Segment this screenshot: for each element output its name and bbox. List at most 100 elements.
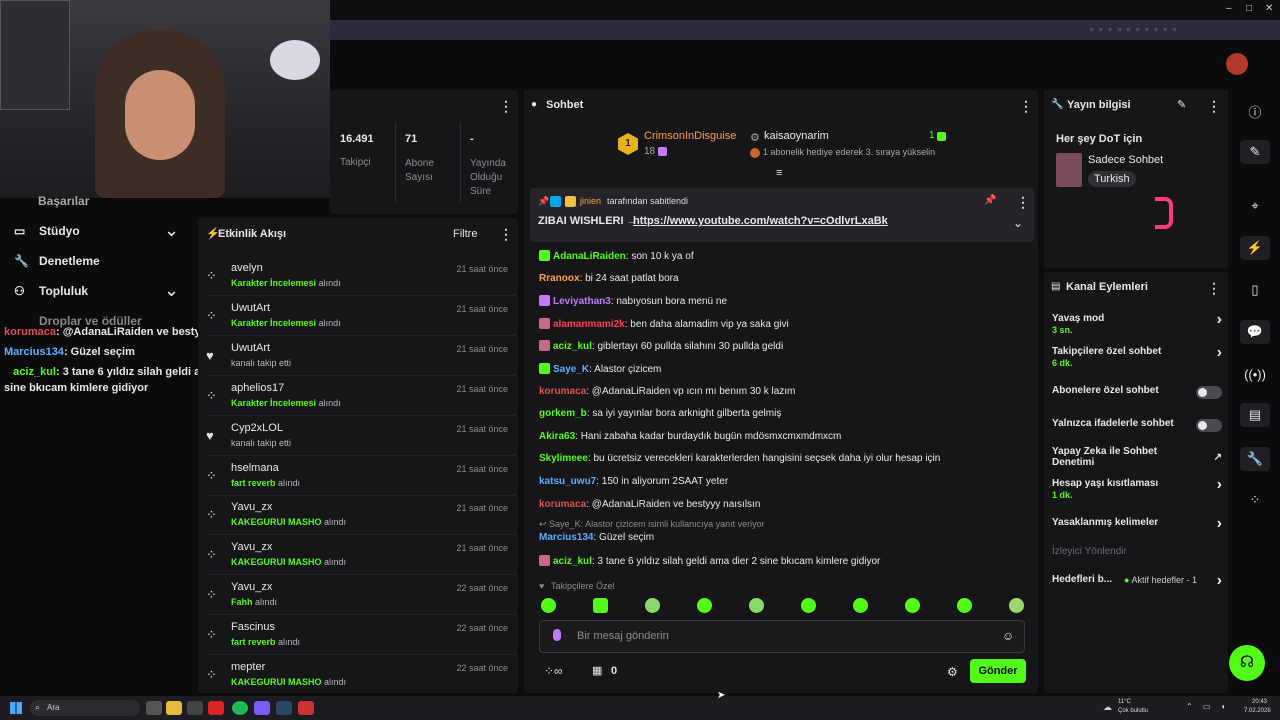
activity-username[interactable]: Yavu_zx — [231, 541, 272, 553]
activity-menu-button[interactable]: ⋮ — [499, 226, 513, 243]
wrench-icon[interactable]: 🔧 — [1240, 447, 1270, 471]
pinned-by-user[interactable]: jinien — [580, 196, 601, 206]
chat-username[interactable]: aciz_kul — [553, 556, 592, 567]
activity-username[interactable]: UwutArt — [231, 342, 270, 354]
chat-username[interactable]: Skylimeee — [539, 453, 588, 464]
activity-username[interactable]: mepter — [231, 661, 265, 673]
emote-5[interactable] — [749, 598, 764, 613]
users-icon[interactable]: ⁘ — [1240, 492, 1270, 516]
support-button[interactable]: ☊ — [1229, 645, 1265, 681]
chevron-down-icon[interactable]: ⌄ — [164, 280, 179, 301]
app-icon[interactable] — [298, 701, 314, 715]
activity-item[interactable]: ⁘ hselmana fart reverb alındı 21 saat önce — [206, 458, 516, 498]
info-icon[interactable]: ⓘ — [1240, 102, 1270, 126]
microphone-icon[interactable] — [553, 629, 561, 641]
sidebar-item-moderation[interactable]: Denetleme — [39, 254, 100, 268]
activity-username[interactable]: avelyn — [231, 262, 263, 274]
followers-only-action[interactable]: Takipçilere özel sohbet 6 dk. › — [1052, 344, 1222, 368]
activity-username[interactable]: UwutArt — [231, 302, 270, 314]
pinned-link[interactable]: https://www.youtube.com/watch?v=cOdlvrLx… — [633, 215, 888, 227]
emote-8[interactable] — [905, 598, 920, 613]
store-icon[interactable]: ▦ — [592, 664, 602, 677]
leaderboard-user-1[interactable]: CrimsonInDisguise — [644, 130, 736, 142]
activity-username[interactable]: Yavu_zx — [231, 581, 272, 593]
chat-username[interactable]: Marcius134 — [539, 532, 593, 543]
host-action[interactable]: İzleyici Yönlendir — [1052, 546, 1222, 557]
stats-menu-button[interactable]: ⋮ — [499, 98, 513, 115]
category-thumbnail[interactable] — [1056, 153, 1082, 187]
emote-only-toggle[interactable] — [1196, 419, 1222, 432]
edit-icon[interactable]: ✎ — [1177, 98, 1186, 111]
ai-moderation-action[interactable]: Yapay Zeka ile Sohbet Denetimi ↗ — [1052, 446, 1222, 468]
unpin-icon[interactable]: 📌 — [984, 195, 996, 206]
window-close-button[interactable]: ✕ — [1265, 3, 1273, 14]
activity-item[interactable]: ⁘ Yavu_zx KAKEGURUI MASHO alındı 21 saat ön… — [206, 497, 516, 537]
sidebar-item-community[interactable]: Topluluk — [39, 284, 88, 298]
lightning-icon[interactable]: ⚡ — [1240, 236, 1270, 260]
explorer-icon[interactable] — [166, 701, 182, 715]
chat-username[interactable]: aciz_kul — [553, 341, 592, 352]
window-maximize-button[interactable]: □ — [1246, 3, 1252, 14]
activity-item[interactable]: ♥ Cyp2xLOL kanalı takip etti 21 saat önce — [206, 418, 516, 458]
emote-3[interactable] — [645, 598, 660, 613]
taskview-icon[interactable] — [146, 701, 162, 715]
sidebar-item-studio[interactable]: Stüdyo — [39, 224, 80, 238]
spotify-icon[interactable] — [232, 701, 248, 715]
chat-bubble-icon[interactable]: 💬 — [1240, 320, 1270, 344]
subscribers-only-toggle[interactable] — [1196, 386, 1222, 399]
slow-mode-action[interactable]: Yavaş mod 3 sn. › — [1052, 311, 1222, 335]
chat-username[interactable]: gorkem_b — [539, 408, 587, 419]
activity-username[interactable]: hselmana — [231, 462, 279, 474]
emoji-icon[interactable]: ☺ — [1002, 629, 1014, 643]
activity-filter-button[interactable]: Filtre — [453, 228, 477, 240]
activity-item[interactable]: ⁘ UwutArt Karakter İncelemesi alındı 21 saa… — [206, 298, 516, 338]
goals-action[interactable]: Hedefleri b... ● Aktif hedefler - 1 › — [1052, 572, 1222, 589]
chat-username[interactable]: AdanaLiRaiden — [553, 251, 626, 262]
stream-info-menu-button[interactable]: ⋮ — [1207, 98, 1221, 115]
emote-6[interactable] — [801, 598, 816, 613]
pinned-menu-button[interactable]: ⋮ — [1016, 194, 1030, 211]
leaderboard-user-2[interactable]: kaisaoynarim — [764, 130, 829, 142]
user-avatar[interactable] — [1226, 53, 1248, 75]
activity-username[interactable]: Fascinus — [231, 621, 275, 633]
opera-icon[interactable] — [208, 701, 224, 715]
activity-item[interactable]: ⁘ Yavu_zx Fahh alındı 22 saat önce — [206, 577, 516, 617]
activity-username[interactable]: Cyp2xLOL — [231, 422, 283, 434]
emote-4[interactable] — [697, 598, 712, 613]
tray-icons[interactable]: ⌃ ▭ ◖ — [1186, 702, 1230, 711]
emote-1[interactable] — [541, 598, 556, 613]
chat-settings-icon[interactable]: ⚙ — [947, 665, 958, 679]
activity-username[interactable]: Yavu_zx — [231, 501, 272, 513]
activity-username[interactable]: aphelios17 — [231, 382, 284, 394]
pinned-expand-icon[interactable]: ⌄ — [1013, 216, 1023, 230]
channel-actions-menu-button[interactable]: ⋮ — [1207, 280, 1221, 297]
account-age-action[interactable]: Hesap yaşı kısıtlaması 1 dk. › — [1052, 476, 1222, 500]
broadcast-icon[interactable]: ((•)) — [1240, 367, 1270, 391]
chat-username[interactable]: Akira63 — [539, 431, 575, 442]
chat-username[interactable]: Leviyathan3 — [553, 296, 611, 307]
chat-username[interactable]: Rranoox — [539, 273, 580, 284]
chat-username[interactable]: alamanmami2k — [553, 319, 625, 330]
language-tag[interactable]: Turkish — [1088, 171, 1136, 187]
activity-item[interactable]: ⁘ aphelios17 Karakter İncelemesi alındı 21 … — [206, 378, 516, 418]
chat-username[interactable]: katsu_uwu7 — [539, 476, 596, 487]
channel-points-icon[interactable]: ⁘∞ — [544, 664, 563, 678]
chat-username[interactable]: korumaca — [539, 386, 586, 397]
activity-item[interactable]: ⁘ mepter KAKEGURUI MASHO alındı 22 saat önc… — [206, 657, 516, 697]
window-minimize-button[interactable]: – — [1226, 3, 1232, 14]
edit-icon[interactable]: ✎ — [1240, 140, 1270, 164]
chat-username[interactable]: korumaca — [539, 499, 586, 510]
windows-start-icon[interactable] — [10, 702, 22, 714]
target-icon[interactable]: ⌖ — [1240, 198, 1270, 222]
document-icon[interactable]: ▯ — [1240, 282, 1270, 306]
browser-extension-icons[interactable]: ▫▫▫▫▫▫▫▫▫▫ — [1090, 24, 1240, 36]
send-button[interactable]: Gönder — [970, 659, 1026, 683]
chat-username[interactable]: Saye_K — [553, 364, 589, 375]
banned-words-action[interactable]: Yasaklanmış kelimeler › — [1052, 515, 1222, 532]
category-name[interactable]: Sadece Sohbet — [1088, 154, 1163, 166]
activity-item[interactable]: ⁘ Fascinus fart reverb alındı 22 saat önce — [206, 617, 516, 657]
layout-icon[interactable]: ▤ — [1240, 403, 1270, 427]
chevron-down-icon[interactable]: ⌄ — [164, 220, 179, 241]
steam-icon[interactable] — [276, 701, 292, 715]
sidebar-item-achievements[interactable]: Başarılar — [38, 194, 89, 208]
